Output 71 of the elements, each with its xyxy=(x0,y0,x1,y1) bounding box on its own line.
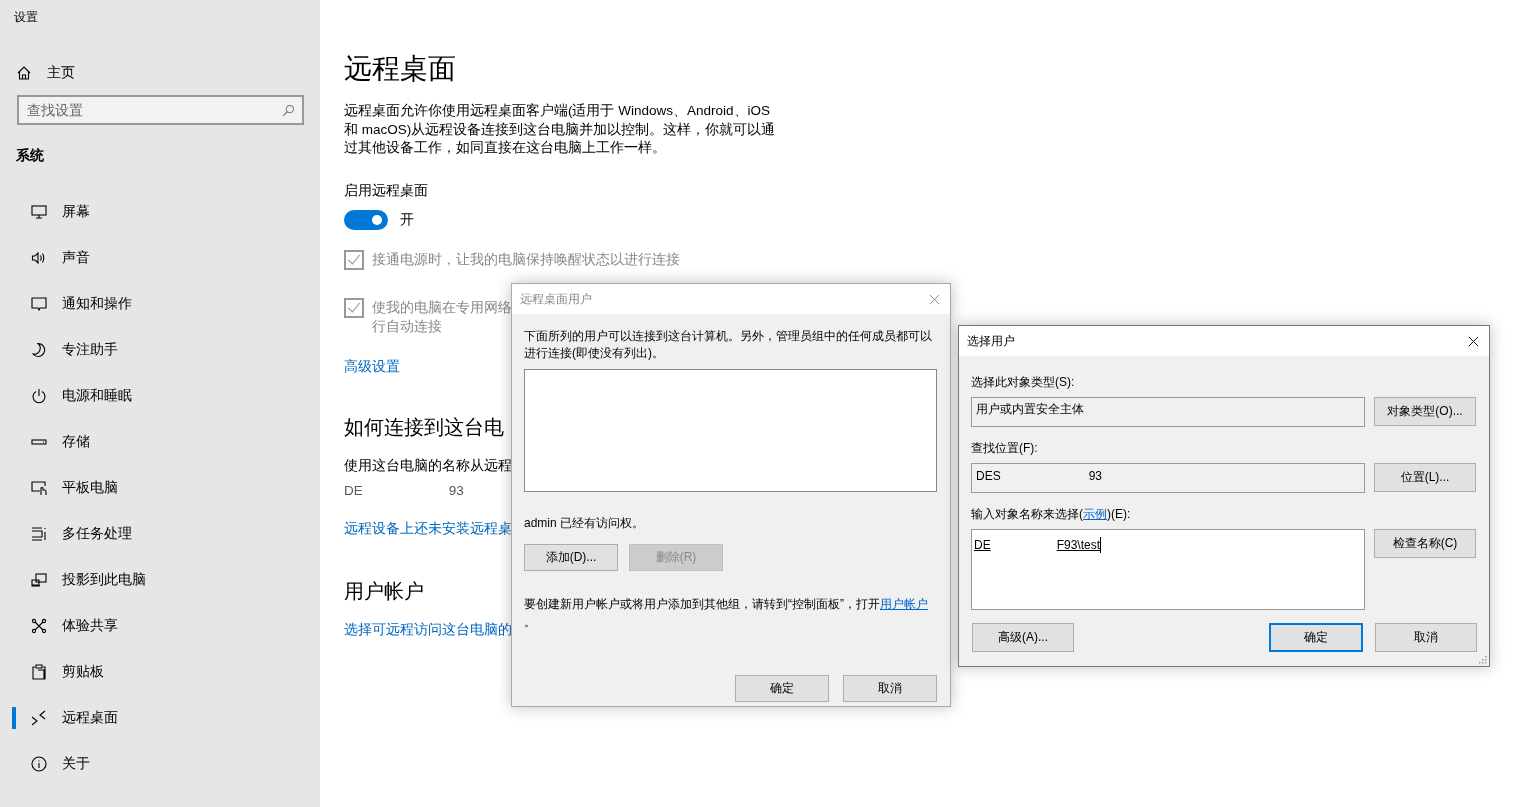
status-text: admin 已经有访问权。 xyxy=(524,515,646,532)
clipboard-icon xyxy=(31,664,47,680)
field-label: 选择此对象类型(S): xyxy=(971,374,1076,391)
sidebar-item[interactable]: 剪贴板 xyxy=(0,649,304,695)
client-link[interactable]: 远程设备上还未安装远程桌 xyxy=(344,519,512,538)
power-icon xyxy=(31,388,47,404)
sidebar-item[interactable]: 屏幕 xyxy=(0,189,304,235)
speaker-icon xyxy=(31,250,47,266)
locations-button[interactable]: 位置(L)... xyxy=(1374,463,1476,492)
user-accounts-link[interactable]: 用户帐户 xyxy=(880,597,928,611)
dialog-title: 选择用户 xyxy=(967,332,1015,350)
cancel-button[interactable]: 取消 xyxy=(843,675,937,702)
examples-link[interactable]: 示例 xyxy=(1083,507,1107,521)
checkbox-label: 接通电源时，让我的电脑保持唤醒状态以进行连接 xyxy=(372,250,680,269)
description-text: 远程桌面允许你使用远程桌面客户端(适用于 Windows、Android、iOS 和 macOS)从远程设备连接到这台电脑并加以控制。这样，你就可以通过其他设备工作，如同直接在这台电脑上工作一样。 xyxy=(344,102,777,157)
user-list[interactable] xyxy=(524,369,937,492)
moon-icon xyxy=(31,342,47,358)
dialog-description: 下面所列的用户可以连接到这台计算机。另外，管理员组中的任何成员都可以进行连接(即使没有列出)。 xyxy=(524,328,933,362)
sidebar-item[interactable]: 存储 xyxy=(0,419,304,465)
field-label: 输入对象名称来选择(示例)(E): xyxy=(971,506,1132,523)
setting-label: 启用远程桌面 xyxy=(344,181,428,200)
share-icon xyxy=(31,618,47,634)
object-name-field[interactable]: DE F93\test xyxy=(971,529,1365,610)
sidebar-item[interactable]: 声音 xyxy=(0,235,304,281)
advanced-settings-link[interactable]: 高级设置 xyxy=(344,357,400,376)
close-icon[interactable] xyxy=(1468,335,1479,347)
check-names-button[interactable]: 检查名称(C) xyxy=(1374,529,1476,558)
remote-desktop-icon xyxy=(31,710,47,726)
object-types-button[interactable]: 对象类型(O)... xyxy=(1374,397,1476,426)
monitor-icon xyxy=(31,204,47,220)
window-title: 设置 xyxy=(14,9,38,26)
location-field: DES 93 xyxy=(971,463,1365,493)
advanced-button[interactable]: 高级(A)... xyxy=(972,623,1074,652)
toggle-switch[interactable] xyxy=(344,209,388,230)
projector-icon xyxy=(31,572,47,588)
search-field[interactable]: 查找设置 xyxy=(17,95,304,125)
computer-name-text: 93 xyxy=(448,482,464,498)
tablet-icon xyxy=(31,480,47,496)
speech-bubble-icon xyxy=(31,296,47,312)
multitask-icon xyxy=(31,526,47,542)
cancel-button[interactable]: 取消 xyxy=(1375,623,1477,652)
section-heading: 如何连接到这台电 xyxy=(344,414,504,440)
computer-name-text: DE xyxy=(344,482,363,498)
home-link[interactable]: 主页 xyxy=(0,51,304,95)
home-icon xyxy=(16,65,32,81)
sidebar-item[interactable]: 远程桌面 xyxy=(0,695,304,741)
sidebar-item[interactable]: 关于 xyxy=(0,741,304,787)
info-icon xyxy=(31,756,47,772)
sidebar-item[interactable]: 多任务处理 xyxy=(0,511,304,557)
checkbox-label: 使我的电脑在专用网络 行自动连接 xyxy=(372,298,512,336)
sidebar-item[interactable]: 通知和操作 xyxy=(0,281,304,327)
section-heading: 用户帐户 xyxy=(344,578,424,604)
toggle-state-text: 开 xyxy=(400,210,414,229)
page-title: 远程桌面 xyxy=(344,52,456,86)
add-button[interactable]: 添加(D)... xyxy=(524,544,618,571)
sidebar-item[interactable]: 体验共享 xyxy=(0,603,304,649)
user-access-link[interactable]: 选择可远程访问这台电脑的 xyxy=(344,620,512,639)
field-label: 查找位置(F): xyxy=(971,440,1039,457)
ok-button[interactable]: 确定 xyxy=(1269,623,1363,652)
note-text: 要创建新用户帐户或将用户添加到其他组，请转到“控制面板”，打开用户帐户 。 xyxy=(524,596,929,631)
sidebar-item[interactable]: 专注助手 xyxy=(0,327,304,373)
resize-grip-icon[interactable] xyxy=(1479,656,1487,664)
section-heading: 系统 xyxy=(16,147,44,165)
ok-button[interactable]: 确定 xyxy=(735,675,829,702)
search-icon xyxy=(282,104,295,117)
instruction-text: 使用这台电脑的名称从远程 xyxy=(344,456,512,475)
sidebar-item[interactable]: 电源和睡眠 xyxy=(0,373,304,419)
dialog-title: 远程桌面用户 xyxy=(520,290,592,308)
sidebar-item[interactable]: 平板电脑 xyxy=(0,465,304,511)
object-type-field: 用户或内置安全主体 xyxy=(971,397,1365,427)
sidebar-item[interactable]: 投影到此电脑 xyxy=(0,557,304,603)
